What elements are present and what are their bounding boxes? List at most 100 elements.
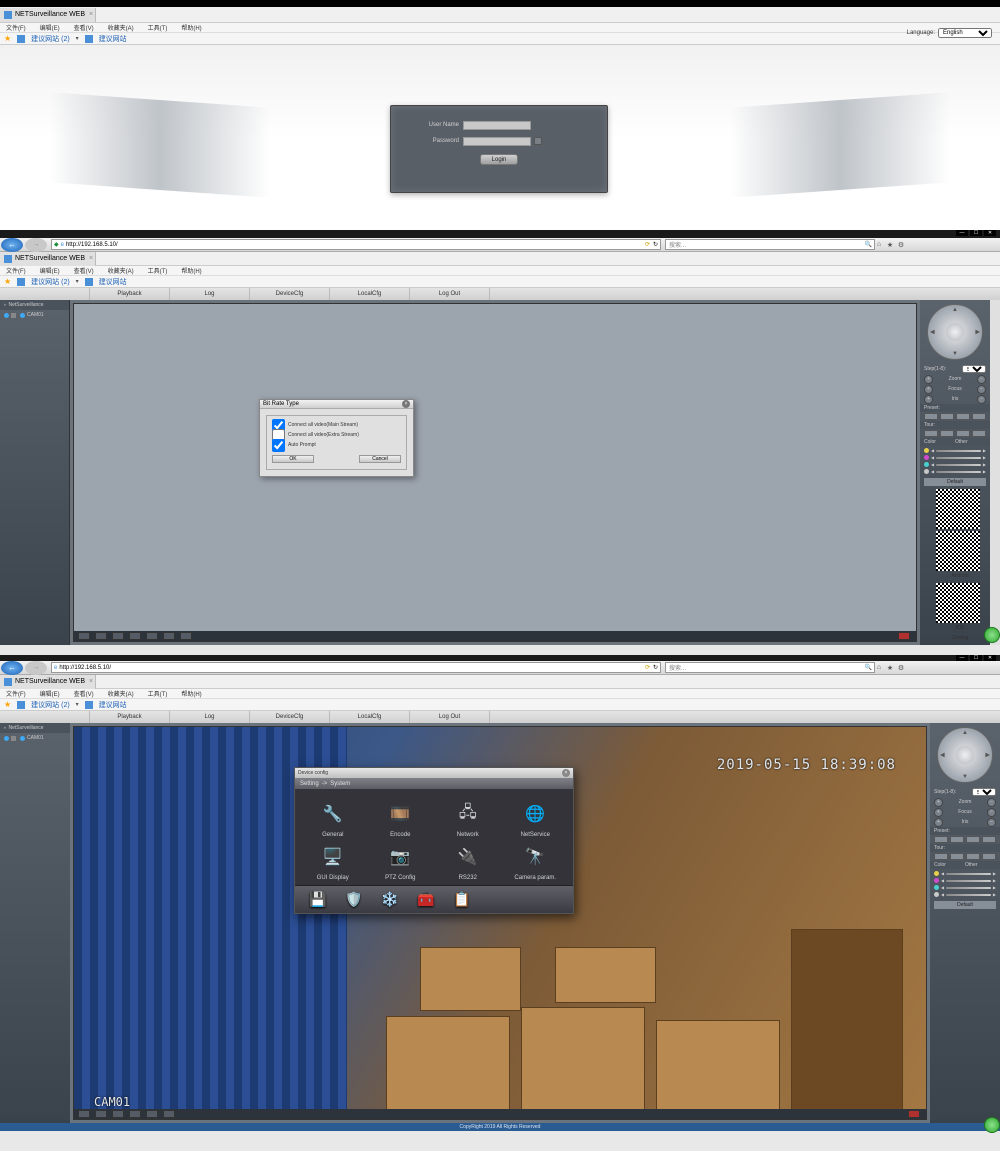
favorites-star-icon[interactable]: ★ <box>4 700 11 709</box>
step-select[interactable]: 5 <box>962 365 986 373</box>
tour-stop[interactable] <box>956 430 970 437</box>
menu-tools[interactable]: 工具(T) <box>148 23 168 32</box>
tb-sixteen-view-icon[interactable] <box>146 1110 158 1118</box>
helper-bubble-icon[interactable] <box>984 1117 1000 1133</box>
tb-nine-view-icon[interactable] <box>129 632 141 640</box>
login-button[interactable]: Login <box>480 154 518 165</box>
tb-snapshot-icon[interactable] <box>163 1110 175 1118</box>
window-minimize-icon[interactable]: — <box>956 230 968 236</box>
inc-icon[interactable]: ▶ <box>983 448 986 453</box>
tb-record-icon[interactable] <box>898 632 910 640</box>
dialog-close-icon[interactable]: × <box>562 769 570 777</box>
ptz-left-icon[interactable]: ◀ <box>930 329 935 336</box>
cfg-general[interactable]: 🔧General <box>301 799 365 838</box>
dropdown-icon[interactable]: ▾ <box>76 35 79 42</box>
cat-info-icon[interactable]: 📋 <box>449 889 475 911</box>
tab-other[interactable]: Other <box>965 862 996 868</box>
default-button[interactable]: Default <box>924 478 986 486</box>
focus-out-button[interactable] <box>977 385 986 394</box>
ok-button[interactable]: OK <box>272 455 314 463</box>
cat-advanced-icon[interactable]: 🧰 <box>413 889 439 911</box>
ptz-up-icon[interactable]: ▲ <box>952 307 958 313</box>
iris-open-button[interactable] <box>934 818 943 827</box>
password-input[interactable] <box>463 137 531 146</box>
tab-close-icon[interactable]: × <box>89 678 93 685</box>
menu-edit[interactable]: 编辑(E) <box>40 266 60 275</box>
cfg-gui[interactable]: 🖥️GUI Display <box>301 842 365 881</box>
browser-tab[interactable]: NETSurveillance WEB × <box>0 675 96 689</box>
tab-other[interactable]: Other <box>955 439 986 445</box>
tb-fullscreen-icon[interactable] <box>78 632 90 640</box>
menu-file[interactable]: 文件(F) <box>6 23 26 32</box>
preset-add[interactable] <box>966 836 980 843</box>
dialog-close-icon[interactable]: × <box>402 400 410 408</box>
tb-snapshot-icon[interactable] <box>163 632 175 640</box>
nav-playback[interactable]: Playback <box>90 288 170 300</box>
saturation-slider[interactable] <box>946 887 991 889</box>
cfg-camera-param[interactable]: 🔭Camera param. <box>504 842 568 881</box>
tour-grid[interactable] <box>972 430 986 437</box>
window-maximize-icon[interactable]: ☐ <box>970 655 982 661</box>
default-button[interactable]: Default <box>934 901 996 909</box>
record-icon[interactable] <box>20 313 25 318</box>
fav-link-2[interactable]: 建议网站 <box>99 277 127 287</box>
crumb-setting[interactable]: Setting <box>300 781 319 787</box>
ptz-down-icon[interactable]: ▼ <box>952 351 958 357</box>
ptz-center-icon[interactable] <box>946 323 964 341</box>
fav-link-2[interactable]: 建议网站 <box>99 34 127 44</box>
menu-fav[interactable]: 收藏夹(A) <box>108 689 134 698</box>
nav-log[interactable]: Log <box>170 288 250 300</box>
tab-color[interactable]: Color <box>924 439 955 445</box>
tb-single-view-icon[interactable] <box>95 1110 107 1118</box>
cat-alarm-icon[interactable]: 🛡️ <box>341 889 367 911</box>
favorites-star-icon[interactable]: ★ <box>4 277 11 286</box>
window-close-icon[interactable]: ✕ <box>984 230 996 236</box>
menu-fav[interactable]: 收藏夹(A) <box>108 23 134 32</box>
forward-button[interactable]: → <box>25 661 47 675</box>
zoom-in-button[interactable] <box>924 375 933 384</box>
dropdown-icon[interactable]: ▾ <box>76 278 79 285</box>
window-close-icon[interactable]: ✕ <box>984 655 996 661</box>
cfg-ptz[interactable]: 📷PTZ Config <box>369 842 433 881</box>
tb-single-view-icon[interactable] <box>95 632 107 640</box>
menu-file[interactable]: 文件(F) <box>6 266 26 275</box>
browser-tab[interactable]: NETSurveillance WEB × <box>0 252 96 266</box>
cfg-netservice[interactable]: 🌐NetService <box>504 799 568 838</box>
menu-help[interactable]: 帮助(H) <box>181 23 201 32</box>
language-select[interactable]: English <box>938 28 992 38</box>
tb-audio-icon[interactable] <box>908 1110 920 1118</box>
preset-del[interactable] <box>972 413 986 420</box>
preset-num[interactable] <box>924 413 938 420</box>
menu-edit[interactable]: 编辑(E) <box>40 23 60 32</box>
tools-icon[interactable]: ⚙ <box>897 241 905 249</box>
tools-icon[interactable]: ⚙ <box>897 664 905 672</box>
tour-prev[interactable] <box>934 853 948 860</box>
ptz-dpad[interactable]: ▲ ▼ ◀ ▶ <box>927 304 983 360</box>
ptz-right-icon[interactable]: ▶ <box>985 752 990 759</box>
menu-tools[interactable]: 工具(T) <box>148 689 168 698</box>
iris-close-button[interactable] <box>987 818 996 827</box>
ptz-right-icon[interactable]: ▶ <box>975 329 980 336</box>
focus-in-button[interactable] <box>924 385 933 394</box>
home-icon[interactable]: ⌂ <box>875 241 883 249</box>
focus-in-button[interactable] <box>934 808 943 817</box>
search-icon[interactable]: 🔍 <box>865 664 874 671</box>
zoom-out-button[interactable] <box>987 798 996 807</box>
tb-allrecord-icon[interactable] <box>180 632 192 640</box>
menu-view[interactable]: 查看(V) <box>74 689 94 698</box>
brightness-slider[interactable] <box>936 450 981 452</box>
cat-record-icon[interactable]: 💾 <box>305 889 331 911</box>
focus-out-button[interactable] <box>987 808 996 817</box>
crumb-system[interactable]: System <box>330 781 350 787</box>
nav-localcfg[interactable]: LocalCfg <box>330 711 410 723</box>
step-select[interactable]: 5 <box>972 788 996 796</box>
cfg-rs232[interactable]: 🔌RS232 <box>436 842 500 881</box>
nav-localcfg[interactable]: LocalCfg <box>330 288 410 300</box>
refresh-icon[interactable]: ↻ <box>653 241 658 248</box>
fav-link-1[interactable]: 建议网站 (2) <box>31 700 70 710</box>
saturation-slider[interactable] <box>936 464 981 466</box>
tab-close-icon[interactable]: × <box>89 255 93 262</box>
channel-header[interactable]: NetSurveillance <box>0 300 69 310</box>
opt-auto-prompt[interactable] <box>272 439 285 452</box>
compat-icon[interactable]: ⟳ <box>645 664 650 671</box>
